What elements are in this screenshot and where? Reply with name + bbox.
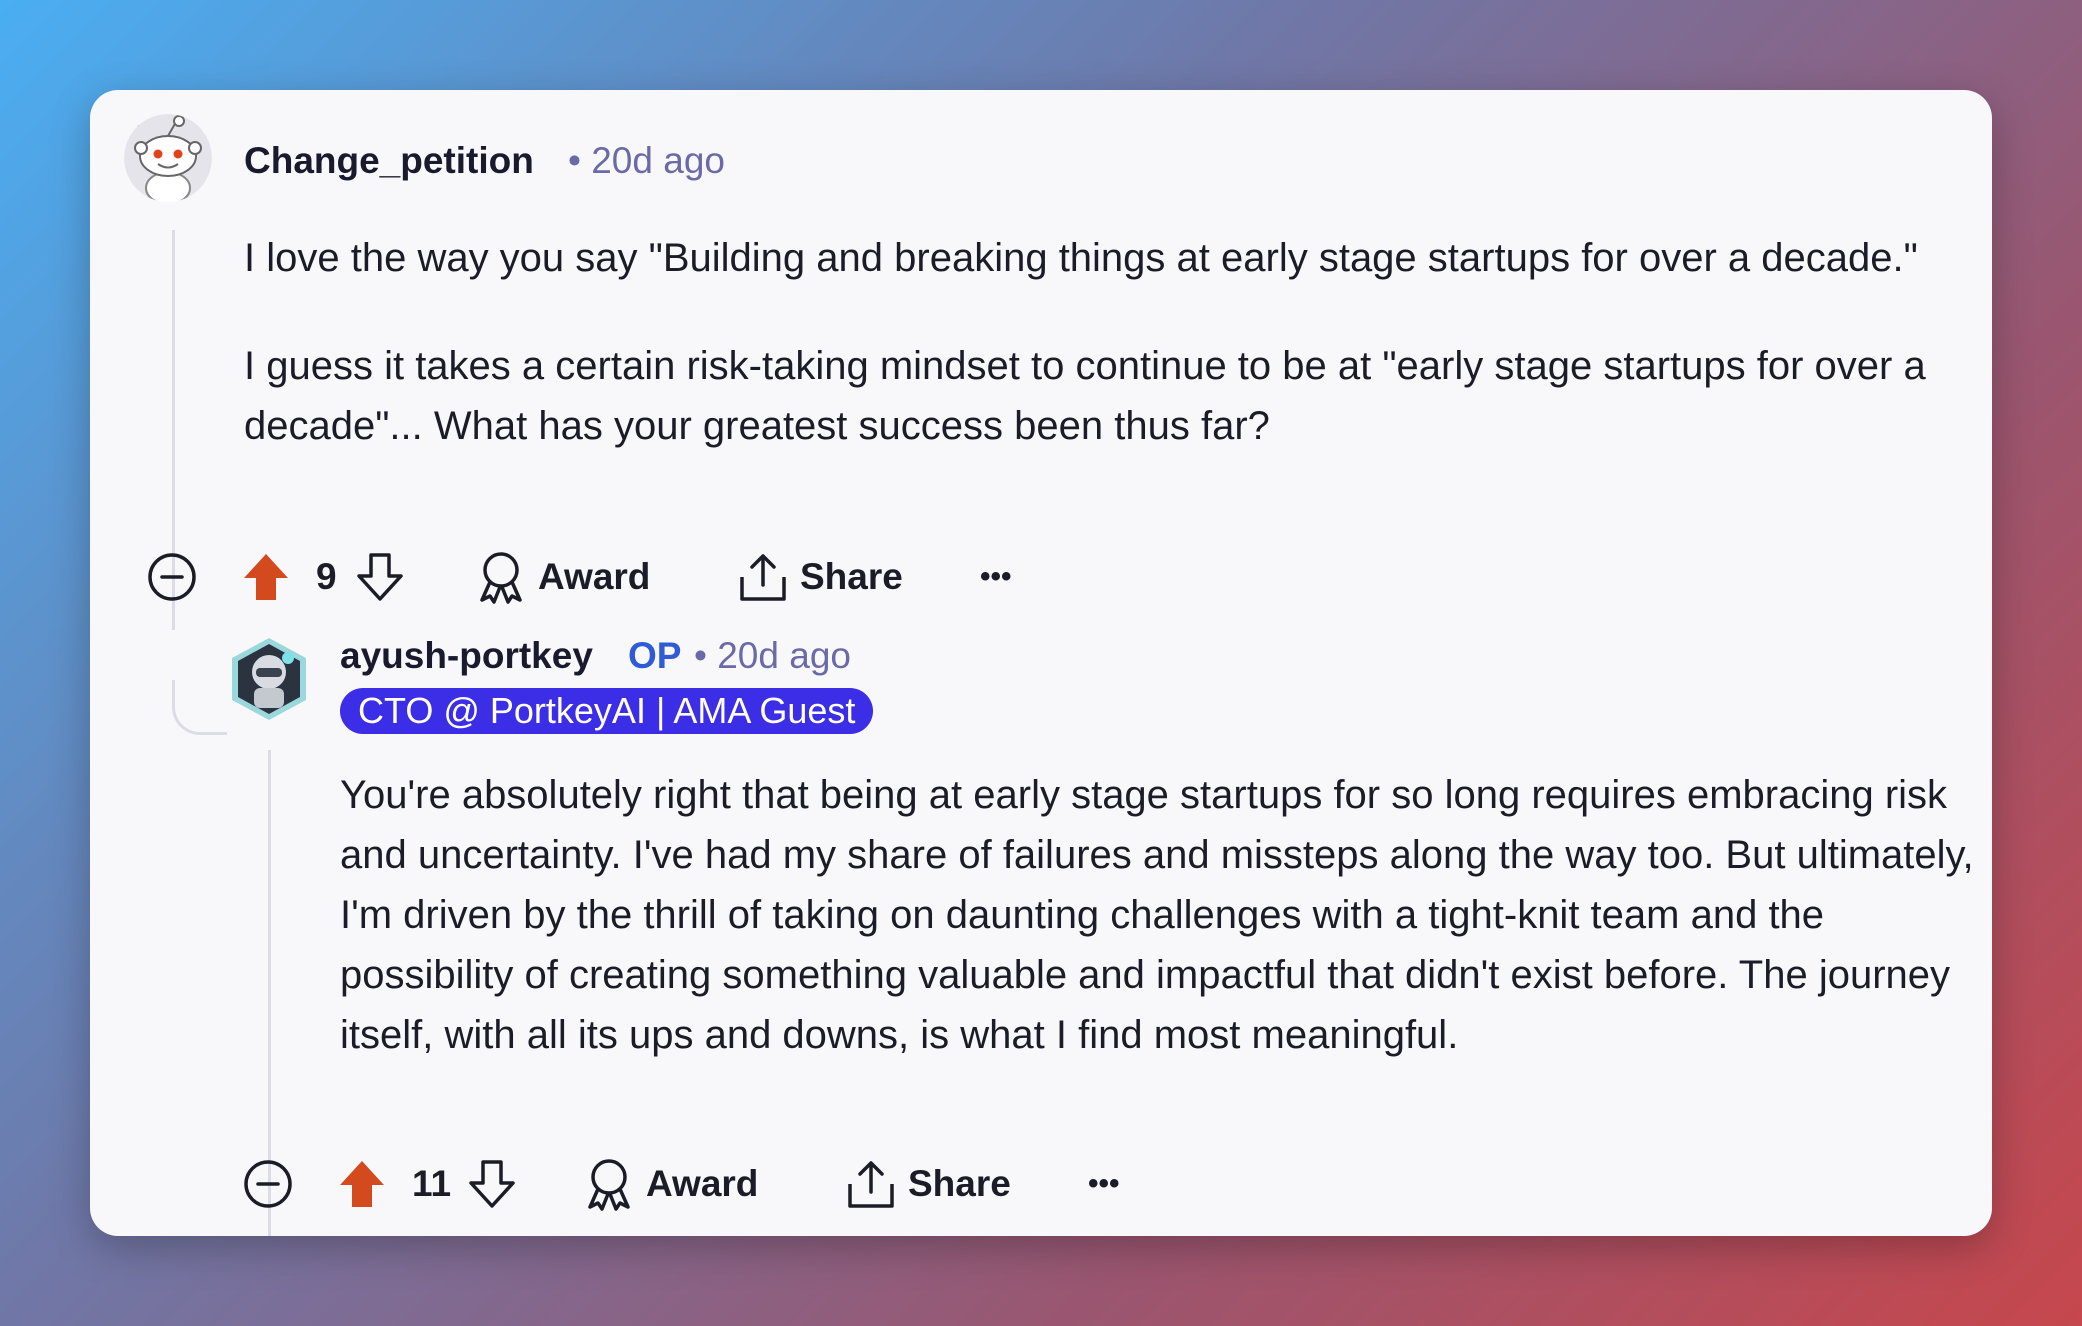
user-flair: CTO @ PortkeyAI | AMA Guest (340, 688, 874, 734)
downvote-icon (469, 1160, 515, 1208)
comment-timestamp[interactable]: • 20d ago (568, 140, 725, 182)
award-button[interactable]: Award (476, 547, 650, 607)
share-label: Share (908, 1163, 1011, 1204)
share-icon (848, 1161, 894, 1208)
more-options-button[interactable]: ••• (980, 547, 1012, 607)
upvote-button[interactable] (242, 547, 290, 607)
upvote-button[interactable] (338, 1154, 386, 1214)
reply-action-row: 11 Award Share ••• (242, 1154, 1242, 1214)
vote-count: 9 (316, 556, 337, 597)
vote-count: 11 (412, 1163, 452, 1204)
award-icon (588, 1159, 630, 1211)
avatar-ayush-portkey[interactable] (226, 636, 312, 722)
comment-username[interactable]: Change_petition (244, 140, 534, 182)
collapse-button[interactable] (146, 547, 198, 607)
award-label: Award (538, 556, 651, 597)
snoo-avatar-image (124, 114, 212, 202)
op-badge: OP (628, 635, 682, 676)
award-label: Award (646, 1163, 759, 1204)
upvote-icon (340, 1161, 384, 1207)
share-icon (740, 554, 786, 601)
reply-username[interactable]: ayush-portkey (340, 635, 593, 677)
more-options-button[interactable]: ••• (1088, 1154, 1120, 1214)
reply-paragraph: You're absolutely right that being at ea… (340, 773, 1974, 1057)
collapse-icon (244, 1160, 292, 1208)
reply-timestamp[interactable]: • 20d ago (694, 635, 851, 677)
downvote-icon (357, 553, 403, 601)
collapse-icon (148, 553, 196, 601)
comment-card: Change_petition • 20d ago I love the way… (90, 90, 1992, 1236)
upvote-icon (244, 554, 288, 600)
share-button[interactable]: Share (846, 1154, 1011, 1214)
share-button[interactable]: Share (738, 547, 903, 607)
comment-paragraph: I guess it takes a certain risk-taking m… (244, 344, 1926, 448)
more-icon: ••• (1088, 1167, 1120, 1200)
award-icon (480, 552, 522, 604)
collapse-button[interactable] (242, 1154, 294, 1214)
thread-line-elbow[interactable] (172, 680, 227, 735)
more-icon: ••• (980, 560, 1012, 593)
share-label: Share (800, 556, 903, 597)
reply-body: You're absolutely right that being at ea… (340, 765, 1980, 1065)
robot-avatar-image (232, 638, 306, 720)
comment-body: I love the way you say "Building and bre… (244, 228, 1964, 456)
downvote-button[interactable] (468, 1154, 516, 1214)
award-button[interactable]: Award (584, 1154, 758, 1214)
downvote-button[interactable] (356, 547, 404, 607)
comment-action-row: 9 Award Share ••• (146, 547, 1146, 607)
comment-paragraph: I love the way you say "Building and bre… (244, 236, 1918, 280)
avatar-change-petition[interactable] (124, 114, 212, 202)
